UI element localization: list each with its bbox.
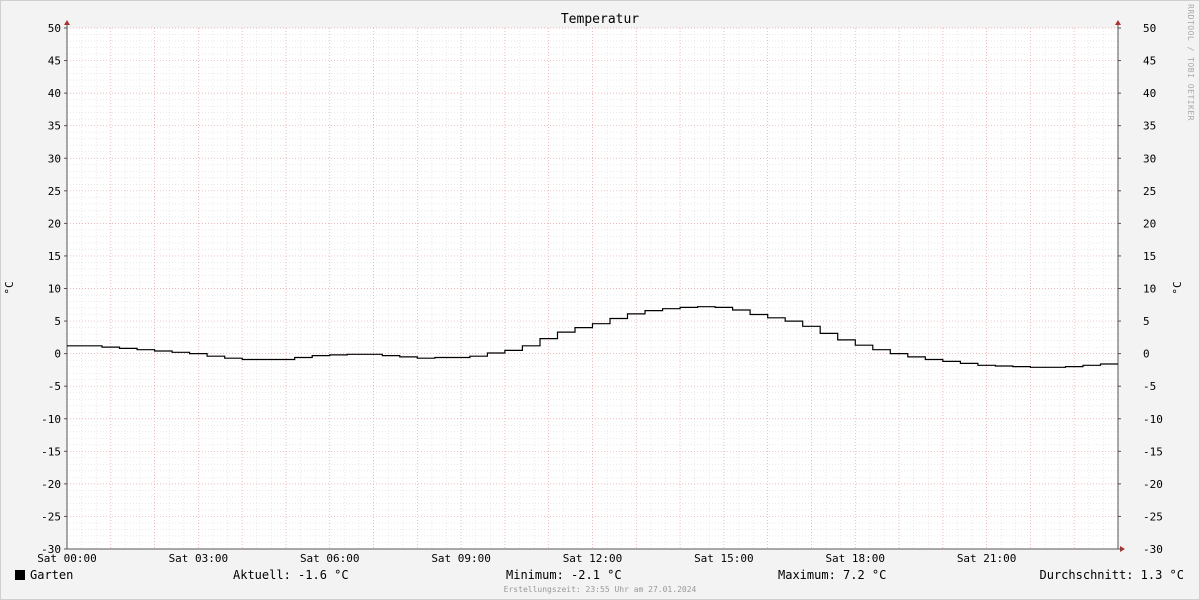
x-tick-label: Sat 06:00 (300, 552, 360, 565)
x-tick-label: Sat 00:00 (37, 552, 97, 565)
y-tick-label-right: -25 (1143, 510, 1163, 523)
y-tick-label-right: 10 (1143, 283, 1156, 296)
y-tick-label-right: 45 (1143, 55, 1156, 68)
y-tick-label-right: 30 (1143, 152, 1156, 165)
y-tick-label-left: 15 (48, 250, 61, 263)
y-tick-label-right: 15 (1143, 250, 1156, 263)
x-tick-label: Sat 18:00 (825, 552, 885, 565)
y-tick-label-right: 25 (1143, 185, 1156, 198)
y-tick-label-left: 0 (54, 348, 61, 361)
y-tick-label-left: -5 (48, 380, 61, 393)
y-tick-label-left: 10 (48, 283, 61, 296)
y-tick-label-left: 20 (48, 217, 61, 230)
creation-time: Erstellungszeit: 23:55 Uhr am 27.01.2024 (503, 585, 697, 594)
y-tick-label-left: -20 (41, 478, 61, 491)
temperature-chart: 50454035302520151050-5-10-15-20-25-30 50… (0, 0, 1200, 600)
x-tick-label: Sat 09:00 (431, 552, 491, 565)
x-tick-label: Sat 12:00 (563, 552, 623, 565)
y-tick-label-right: -20 (1143, 478, 1163, 491)
legend-swatch-garten (15, 570, 25, 580)
y-tick-label-right: 0 (1143, 348, 1150, 361)
y-axis-label-right: °C (1171, 281, 1184, 294)
stat-maximum: Maximum: 7.2 °C (778, 568, 887, 582)
y-tick-label-right: -10 (1143, 413, 1163, 426)
x-tick-label: Sat 03:00 (169, 552, 229, 565)
y-tick-label-left: 30 (48, 152, 61, 165)
y-tick-label-right: -5 (1143, 380, 1156, 393)
y-tick-label-right: 5 (1143, 315, 1150, 328)
y-tick-label-left: 45 (48, 55, 61, 68)
legend-label-garten: Garten (30, 568, 74, 582)
y-tick-label-left: -15 (41, 445, 61, 458)
y-tick-label-right: 50 (1143, 22, 1156, 35)
stat-current: Aktuell: -1.6 °C (233, 568, 349, 582)
x-tick-label: Sat 21:00 (957, 552, 1017, 565)
y-tick-label-right: -15 (1143, 445, 1163, 458)
watermark: RRDTOOL / TOBI OETIKER (1186, 4, 1195, 121)
chart-title: Temperatur (561, 12, 639, 27)
y-tick-label-left: 50 (48, 22, 61, 35)
y-tick-label-left: -25 (41, 510, 61, 523)
stat-average: Durchschnitt: 1.3 °C (1039, 568, 1185, 582)
y-tick-label-left: 5 (54, 315, 61, 328)
y-tick-label-right: 35 (1143, 120, 1156, 133)
y-tick-label-left: 35 (48, 120, 61, 133)
stat-minimum: Minimum: -2.1 °C (506, 568, 622, 582)
y-tick-label-right: 20 (1143, 217, 1156, 230)
x-tick-label: Sat 15:00 (694, 552, 754, 565)
y-axis-label-left: °C (3, 281, 16, 294)
y-tick-label-right: 40 (1143, 87, 1156, 100)
y-tick-label-left: -10 (41, 413, 61, 426)
y-tick-label-left: 25 (48, 185, 61, 198)
y-tick-label-right: -30 (1143, 543, 1163, 556)
y-tick-label-left: 40 (48, 87, 61, 100)
